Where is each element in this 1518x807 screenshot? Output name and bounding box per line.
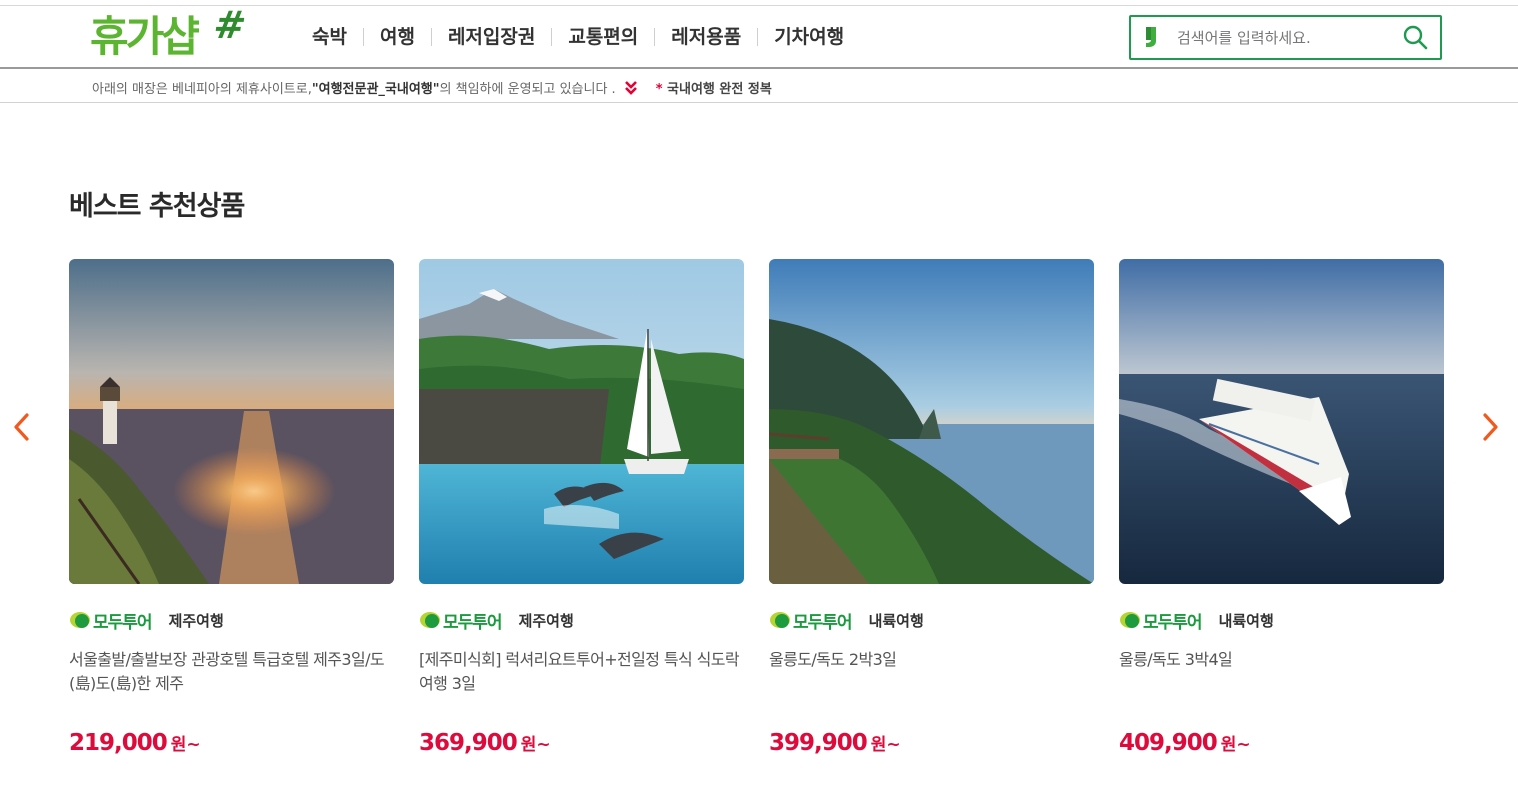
notice-suffix: 의 책임하에 운영되고 있습니다 . [439, 81, 616, 97]
product-price: 399,900 원~ [769, 730, 901, 756]
nav-item-lodging[interactable]: 숙박 [296, 24, 363, 50]
price-unit: 원~ [170, 735, 201, 755]
product-image-ferry[interactable] [1119, 259, 1444, 584]
brand-badge: 모두투어 [419, 608, 503, 633]
product-image-coastal-cliff[interactable] [769, 259, 1094, 584]
header-divider [0, 67, 1518, 69]
product-category: 제주여행 [518, 611, 574, 630]
price-unit: 원~ [1220, 735, 1251, 755]
product-price: 219,000 원~ [69, 730, 201, 756]
notice-partner-name: "여행전문관_국내여행" [311, 81, 440, 97]
brand-badge: 모두투어 [769, 608, 853, 633]
domestic-travel-guide-link[interactable]: * 국내여행 완전 정복 [656, 78, 772, 97]
brand-badge: 모두투어 [69, 608, 153, 633]
partner-notice: 아래의 매장은 베네피아의 제휴사이트로, "여행전문관_국내여행" 의 책임하… [92, 76, 772, 98]
notice-divider [0, 102, 1518, 103]
product-meta: 모두투어 내륙여행 [769, 608, 924, 633]
price-amount: 409,900 [1119, 730, 1218, 756]
brand-name: 모두투어 [443, 612, 503, 633]
product-card[interactable]: 모두투어 제주여행 [제주미식회] 럭셔리요트투어+전일정 특식 식도락여행 3… [419, 259, 744, 756]
section-title: 베스트 추천상품 [69, 191, 245, 222]
double-chevron-down-icon[interactable] [624, 79, 638, 95]
search-input[interactable] [1177, 24, 1392, 52]
nav-item-leisure-tickets[interactable]: 레저입장권 [432, 24, 551, 50]
price-amount: 219,000 [69, 730, 168, 756]
modetour-logo-icon [70, 612, 90, 628]
product-card[interactable]: 모두투어 내륙여행 울릉/독도 3박4일 409,900 원~ [1119, 259, 1444, 756]
product-title[interactable]: 울릉/독도 3박4일 [1119, 648, 1439, 672]
product-image-lighthouse-sunset[interactable] [69, 259, 394, 584]
product-category: 내륙여행 [868, 611, 924, 630]
brand-name: 모두투어 [793, 612, 853, 633]
price-amount: 369,900 [419, 730, 518, 756]
price-unit: 원~ [520, 735, 551, 755]
carousel-prev-arrow-icon[interactable] [10, 410, 34, 444]
product-card[interactable]: 모두투어 제주여행 서울출발/출발보장 관광호텔 특급호텔 제주3일/도(島)도… [69, 259, 394, 756]
modetour-logo-icon [1120, 612, 1140, 628]
product-title[interactable]: 서울출발/출발보장 관광호텔 특급호텔 제주3일/도(島)도(島)한 제주 [69, 648, 389, 696]
nav-item-travel[interactable]: 여행 [364, 24, 431, 50]
product-card[interactable]: 모두투어 내륙여행 울릉도/독도 2박3일 399,900 원~ [769, 259, 1094, 756]
brand-badge: 모두투어 [1119, 608, 1203, 633]
product-price: 369,900 원~ [419, 730, 551, 756]
search-icon[interactable] [1401, 23, 1431, 53]
product-price: 409,900 원~ [1119, 730, 1251, 756]
product-meta: 모두투어 제주여행 [419, 608, 574, 633]
product-category: 내륙여행 [1218, 611, 1274, 630]
search-box [1129, 15, 1442, 60]
main-nav: 숙박 여행 레저입장권 교통편의 레저용품 기차여행 [296, 24, 860, 50]
modetour-logo-icon [420, 612, 440, 628]
product-meta: 모두투어 제주여행 [69, 608, 224, 633]
site-header: 휴가샵 # 숙박 여행 레저입장권 교통편의 레저용품 기차여행 [0, 3, 1518, 68]
logo-text: 휴가샵 [90, 12, 200, 61]
price-amount: 399,900 [769, 730, 868, 756]
logo-hash-mark: # [210, 3, 249, 47]
product-title[interactable]: [제주미식회] 럭셔리요트투어+전일정 특식 식도락여행 3일 [419, 648, 740, 696]
product-image-yacht-dolphins[interactable] [419, 259, 744, 584]
carousel-next-arrow-icon[interactable] [1478, 410, 1502, 444]
brand-name: 모두투어 [1143, 612, 1203, 633]
nav-item-transport[interactable]: 교통편의 [552, 24, 654, 50]
product-meta: 모두투어 내륙여행 [1119, 608, 1274, 633]
modetour-logo-icon [770, 612, 790, 628]
notice-right-text: 국내여행 완전 정복 [662, 81, 772, 97]
product-category: 제주여행 [168, 611, 224, 630]
nav-item-train-travel[interactable]: 기차여행 [758, 24, 860, 50]
search-brand-icon [1146, 27, 1156, 47]
nav-item-leisure-goods[interactable]: 레저용품 [655, 24, 757, 50]
price-unit: 원~ [870, 735, 901, 755]
brand-name: 모두투어 [93, 612, 153, 633]
site-logo[interactable]: 휴가샵 # [90, 3, 255, 68]
product-title[interactable]: 울릉도/독도 2박3일 [769, 648, 1089, 672]
notice-star: * [655, 81, 663, 97]
notice-prefix: 아래의 매장은 베네피아의 제휴사이트로, [92, 81, 312, 97]
